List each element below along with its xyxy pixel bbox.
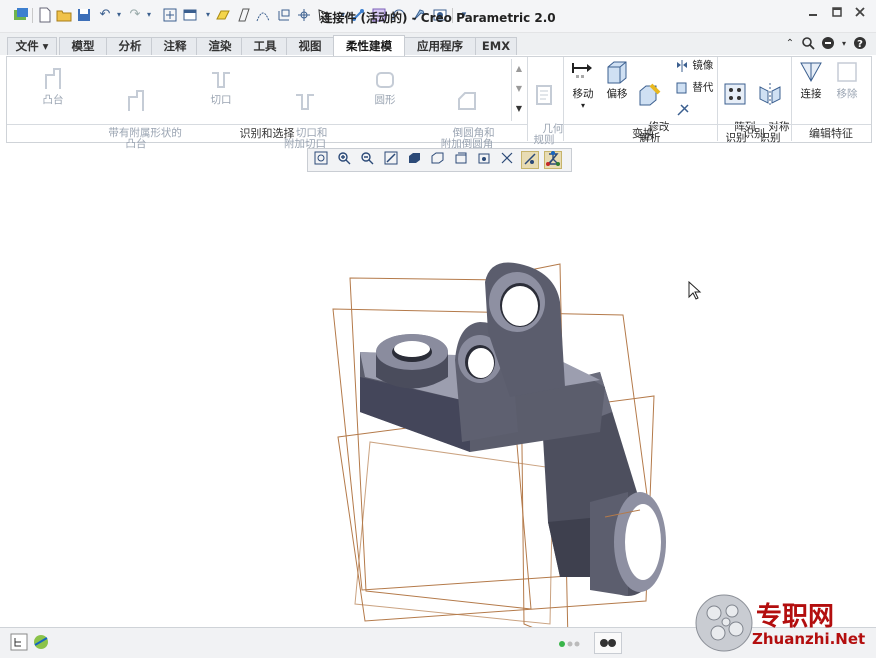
help-icon[interactable]: ? bbox=[852, 36, 868, 52]
tab-flexible-modeling[interactable]: 柔性建模 bbox=[333, 35, 405, 56]
zoom-in-icon[interactable] bbox=[335, 151, 353, 169]
edit-round-button[interactable] bbox=[675, 103, 691, 120]
model-tree-toggle-icon[interactable] bbox=[10, 633, 28, 651]
refit-icon[interactable] bbox=[312, 151, 330, 169]
datum-display-filters-icon[interactable] bbox=[498, 151, 516, 169]
geometry-rule-icon bbox=[531, 83, 557, 109]
boss-icon bbox=[40, 65, 66, 91]
group-label-recognize: 识别 bbox=[717, 124, 791, 142]
ribbon-panel: 凸台 带有附属形状的 凸台 切口 切口和 附加切口 圆形 倒圆角和 附加倒圆角 … bbox=[6, 56, 872, 150]
replace-icon bbox=[675, 81, 689, 95]
pattern-recognition-icon bbox=[723, 81, 749, 107]
tab-tools[interactable]: 工具 bbox=[241, 37, 289, 55]
offset-button[interactable]: 偏移 bbox=[603, 59, 631, 100]
regeneration-status-icon bbox=[558, 638, 584, 647]
round-icon bbox=[372, 65, 398, 91]
mouse-cursor-icon bbox=[688, 280, 702, 301]
cut-icon bbox=[208, 65, 234, 91]
tab-emx[interactable]: EMX bbox=[475, 37, 517, 55]
round-button[interactable]: 圆形 bbox=[357, 65, 413, 106]
gallery-down-arrow-icon[interactable]: ▼ bbox=[512, 79, 526, 99]
cut-button[interactable]: 切口 bbox=[193, 65, 249, 106]
model-viewport[interactable] bbox=[0, 172, 876, 627]
chamfer-icon bbox=[454, 87, 480, 113]
zoom-out-icon[interactable] bbox=[358, 151, 376, 169]
find-icon[interactable] bbox=[594, 632, 622, 654]
gallery-expand-icon[interactable]: ▼ bbox=[512, 99, 526, 119]
cut-and-attach-icon bbox=[292, 87, 318, 113]
tab-applications[interactable]: 应用程序 bbox=[404, 37, 476, 55]
offset-label: 偏移 bbox=[606, 88, 628, 100]
boss-with-shape-button[interactable]: 带有附属形状的 凸台 bbox=[95, 65, 182, 161]
watermark-text: 专职网 bbox=[756, 602, 835, 632]
watermark-logo-icon bbox=[694, 593, 754, 653]
cut-label: 切口 bbox=[210, 94, 232, 106]
cut-and-attach-button[interactable]: 切口和 附加切口 bbox=[269, 65, 341, 161]
remove-icon bbox=[834, 59, 860, 85]
browser-toggle-icon[interactable] bbox=[32, 633, 50, 651]
offset-icon bbox=[604, 59, 630, 85]
tab-view[interactable]: 视图 bbox=[286, 37, 334, 55]
svg-text:?: ? bbox=[857, 39, 863, 50]
geometry-rule-label: 几何 规则 bbox=[533, 123, 564, 146]
saved-orientations-icon[interactable] bbox=[428, 151, 446, 169]
maximize-button[interactable] bbox=[828, 6, 846, 22]
tab-render[interactable]: 渲染 bbox=[196, 37, 244, 55]
edit-round-icon bbox=[676, 103, 690, 117]
perspective-icon[interactable] bbox=[475, 151, 493, 169]
mirror-label: 镜像 bbox=[692, 59, 714, 72]
tab-model[interactable]: 模型 bbox=[59, 37, 107, 55]
title-bar: ↶ ▾ ↷ ▾ ▾ ▾ ▾ 连接件 (活动的) - Creo Parametri… bbox=[0, 0, 876, 33]
close-button[interactable] bbox=[851, 6, 869, 22]
window-title: 连接件 (活动的) - Creo Parametric 2.0 bbox=[320, 11, 556, 25]
replace-button[interactable]: 替代 bbox=[675, 81, 719, 95]
attach-label: 连接 bbox=[800, 88, 822, 100]
gallery-scrollbar[interactable]: ▲ ▼ ▼ bbox=[511, 59, 526, 121]
move-label: 移动 bbox=[572, 88, 594, 100]
search-icon[interactable] bbox=[800, 36, 816, 52]
graphics-toolbar bbox=[307, 148, 572, 172]
replace-label: 替代 bbox=[692, 81, 714, 94]
annotation-display-icon[interactable] bbox=[521, 151, 539, 169]
view-manager-icon[interactable] bbox=[452, 151, 470, 169]
csys-display-icon[interactable] bbox=[544, 150, 562, 168]
round-label: 圆形 bbox=[374, 94, 396, 106]
move-dropdown-icon[interactable]: ▾ bbox=[565, 100, 601, 111]
minimize-button[interactable] bbox=[804, 6, 822, 22]
collapse-ribbon-icon[interactable]: ⌃ bbox=[782, 36, 798, 52]
connector-part bbox=[360, 262, 666, 596]
group-separator bbox=[527, 57, 528, 141]
attach-button[interactable]: 连接 bbox=[795, 59, 827, 100]
repaint-icon[interactable] bbox=[382, 151, 400, 169]
group-label-identify: 识别和选择 bbox=[7, 124, 527, 142]
tab-annotate[interactable]: 注释 bbox=[151, 37, 199, 55]
display-style-icon[interactable] bbox=[405, 151, 423, 169]
geometry-rule-button[interactable]: 几何 规则 bbox=[529, 61, 563, 157]
attach-icon bbox=[798, 59, 824, 85]
community-icon[interactable] bbox=[820, 36, 836, 52]
chamfer-and-round-button[interactable]: 倒圆角和 附加倒圆角 bbox=[431, 65, 503, 161]
mirror-button[interactable]: 镜像 bbox=[675, 59, 719, 73]
mirror-icon bbox=[675, 59, 689, 73]
gallery-up-arrow-icon[interactable]: ▲ bbox=[512, 59, 526, 79]
modify-resolve-icon bbox=[637, 81, 663, 107]
symmetry-recognition-icon bbox=[757, 81, 783, 107]
remove-label: 移除 bbox=[836, 88, 858, 100]
watermark-url: Zhuanzhi.Net bbox=[752, 630, 866, 648]
ribbon-tab-bar: 文件 ▾ 模型 分析 注释 渲染 工具 视图 柔性建模 应用程序 EMX ⌃ ▾… bbox=[0, 33, 876, 56]
boss-label: 凸台 bbox=[42, 94, 64, 106]
group-label-edit-feature: 编辑特征 bbox=[791, 124, 871, 142]
tab-file[interactable]: 文件 ▾ bbox=[7, 37, 57, 55]
move-icon bbox=[570, 59, 596, 85]
boss-button[interactable]: 凸台 bbox=[25, 65, 81, 106]
group-label-transform: 变换 bbox=[563, 124, 723, 142]
boss-with-shape-icon bbox=[123, 87, 149, 113]
move-button[interactable]: 移动 ▾ bbox=[565, 59, 601, 111]
tab-analysis[interactable]: 分析 bbox=[106, 37, 154, 55]
remove-button[interactable]: 移除 bbox=[831, 59, 863, 100]
community-dropdown-icon[interactable]: ▾ bbox=[836, 36, 852, 52]
